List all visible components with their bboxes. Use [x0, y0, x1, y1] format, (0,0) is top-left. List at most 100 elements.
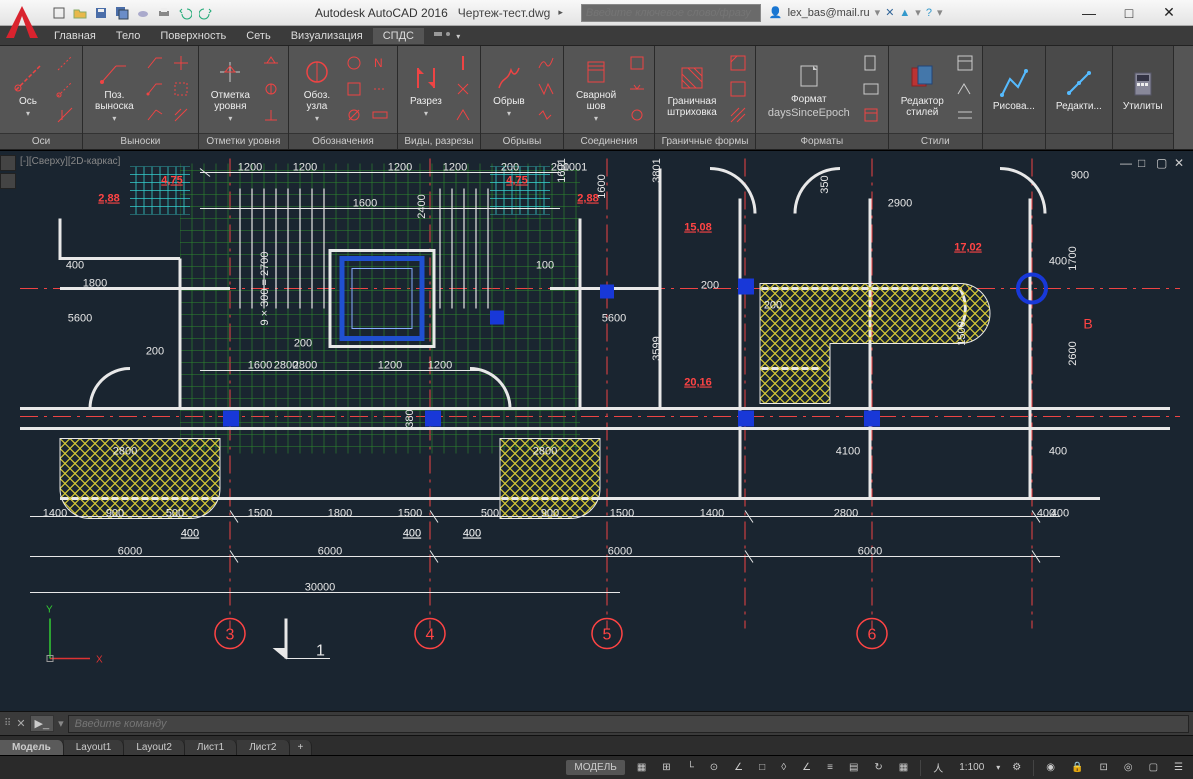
command-input[interactable]	[68, 715, 1189, 733]
axis-sm3[interactable]	[54, 104, 76, 126]
exchange-icon[interactable]: ✕	[885, 6, 894, 19]
panel-utils[interactable]: Утилиты	[1113, 46, 1174, 149]
symbol-sm5[interactable]	[369, 78, 391, 100]
cycling-icon[interactable]: ↻	[870, 760, 886, 775]
3dosnap-icon[interactable]: ◊	[777, 760, 790, 775]
hw-icon[interactable]: ⊡	[1095, 760, 1111, 775]
symbol-sm4[interactable]: N	[369, 52, 391, 74]
cmdline-grip[interactable]: ⠿	[4, 718, 12, 729]
symbol-sm2[interactable]	[343, 78, 365, 100]
menu-home[interactable]: Главная	[44, 28, 106, 44]
gear-icon[interactable]: ⚙	[1008, 760, 1025, 775]
cleanscreen-icon[interactable]: ▢	[1145, 760, 1162, 775]
search-input[interactable]	[581, 4, 761, 22]
viewport-label[interactable]: [-][Сверху][2D-каркас]	[20, 156, 120, 167]
section-sm1[interactable]	[452, 52, 474, 74]
drawing-viewport[interactable]: [-][Сверху][2D-каркас] — □ ▢ ✕	[0, 150, 1193, 711]
break-button[interactable]: Обрыв ▾	[487, 60, 531, 120]
close-button[interactable]: ✕	[1149, 0, 1189, 26]
level-button[interactable]: Отметка уровня ▾	[205, 54, 256, 125]
customize-icon[interactable]: ☰	[1170, 760, 1187, 775]
weld-sm1[interactable]	[626, 52, 648, 74]
weld-sm2[interactable]	[626, 78, 648, 100]
leader-sm3[interactable]	[144, 104, 166, 126]
ortho-icon[interactable]: └	[683, 760, 698, 775]
menu-visualize[interactable]: Визуализация	[281, 28, 373, 44]
lineweight-icon[interactable]: ≡	[823, 760, 837, 775]
weld-sm3[interactable]	[626, 104, 648, 126]
tab-list1[interactable]: Лист1	[185, 740, 237, 755]
break-sm1[interactable]	[535, 52, 557, 74]
format-button[interactable]: Формат daysSinceEpoch	[762, 58, 856, 121]
symbol-sm3[interactable]	[343, 104, 365, 126]
tab-add[interactable]: +	[290, 740, 313, 755]
leader-sm1[interactable]	[144, 52, 166, 74]
level-sm1[interactable]	[260, 52, 282, 74]
node-button[interactable]: Обоз. узла ▾	[295, 54, 339, 125]
vp-close-icon[interactable]: ✕	[1174, 156, 1188, 170]
app-logo[interactable]	[2, 2, 42, 42]
quickprops-icon[interactable]: ▦	[895, 760, 912, 775]
panel-edit[interactable]: Редакти...	[1046, 46, 1113, 149]
a360-icon[interactable]: ▲	[899, 7, 910, 19]
grid-icon[interactable]: ▦	[633, 760, 650, 775]
otrack-icon[interactable]: ∠	[798, 760, 815, 775]
redo-icon[interactable]	[197, 4, 215, 22]
leader-sm6[interactable]	[170, 104, 192, 126]
save-icon[interactable]	[92, 4, 110, 22]
isolate-icon[interactable]: ◎	[1120, 760, 1137, 775]
cmdline-close-icon[interactable]: ✕	[16, 717, 25, 730]
cloud-icon[interactable]	[134, 4, 152, 22]
tab-layout2[interactable]: Layout2	[124, 740, 185, 755]
vp-restore-icon[interactable]: □	[1138, 156, 1152, 170]
styles-sm3[interactable]	[954, 104, 976, 126]
saveas-icon[interactable]	[113, 4, 131, 22]
scale-label[interactable]: 1:100	[955, 760, 988, 775]
transparency-icon[interactable]: ▤	[845, 760, 862, 775]
minimize-button[interactable]: —	[1069, 0, 1109, 26]
menu-spds[interactable]: СПДС	[373, 28, 424, 44]
lock-icon[interactable]: 🔒	[1067, 760, 1087, 775]
menu-extra[interactable]: ▾	[424, 27, 470, 44]
drawing-canvas[interactable]: 1200 1200 1200 1200 200 200 3801 900 160…	[0, 151, 1193, 711]
osnap-icon[interactable]: □	[755, 760, 769, 775]
status-model[interactable]: МОДЕЛЬ	[566, 760, 624, 775]
tab-layout1[interactable]: Layout1	[64, 740, 125, 755]
tab-list2[interactable]: Лист2	[237, 740, 289, 755]
section-sm2[interactable]	[452, 78, 474, 100]
leader-sm2[interactable]	[144, 78, 166, 100]
vp-minimize-icon[interactable]: —	[1120, 156, 1134, 170]
break-sm2[interactable]	[535, 78, 557, 100]
format-sm2[interactable]	[860, 78, 882, 100]
styles-sm2[interactable]	[954, 78, 976, 100]
symbol-sm6[interactable]	[369, 104, 391, 126]
menu-surface[interactable]: Поверхность	[150, 28, 236, 44]
maximize-button[interactable]: □	[1109, 0, 1149, 26]
leader-button[interactable]: Поз. выноска ▾	[89, 54, 140, 125]
menu-mesh[interactable]: Сеть	[236, 28, 280, 44]
level-sm2[interactable]	[260, 78, 282, 100]
format-sm1[interactable]	[860, 52, 882, 74]
format-sm3[interactable]	[860, 104, 882, 126]
hatch-sm2[interactable]	[727, 78, 749, 100]
styles-sm1[interactable]	[954, 52, 976, 74]
undo-icon[interactable]	[176, 4, 194, 22]
leader-sm5[interactable]	[170, 78, 192, 100]
section-sm3[interactable]	[452, 104, 474, 126]
styles-button[interactable]: Редактор стилей	[895, 60, 950, 120]
print-icon[interactable]	[155, 4, 173, 22]
tab-model[interactable]: Модель	[0, 740, 64, 755]
workspace-icon[interactable]: ◉	[1042, 760, 1059, 775]
weld-button[interactable]: Сварной шов ▾	[570, 54, 622, 125]
hatch-button[interactable]: Граничная штриховка	[661, 60, 723, 120]
hatch-sm1[interactable]	[727, 52, 749, 74]
snap-icon[interactable]: ⊞	[658, 760, 674, 775]
toolbar-btn1[interactable]	[0, 155, 16, 171]
polar-icon[interactable]: ⊙	[706, 760, 722, 775]
toolbar-btn2[interactable]	[0, 173, 16, 189]
annotation-icon[interactable]: 人	[929, 758, 947, 777]
new-icon[interactable]	[50, 4, 68, 22]
symbol-sm1[interactable]	[343, 52, 365, 74]
level-sm3[interactable]	[260, 104, 282, 126]
signin-icon[interactable]: 👤	[769, 6, 783, 19]
